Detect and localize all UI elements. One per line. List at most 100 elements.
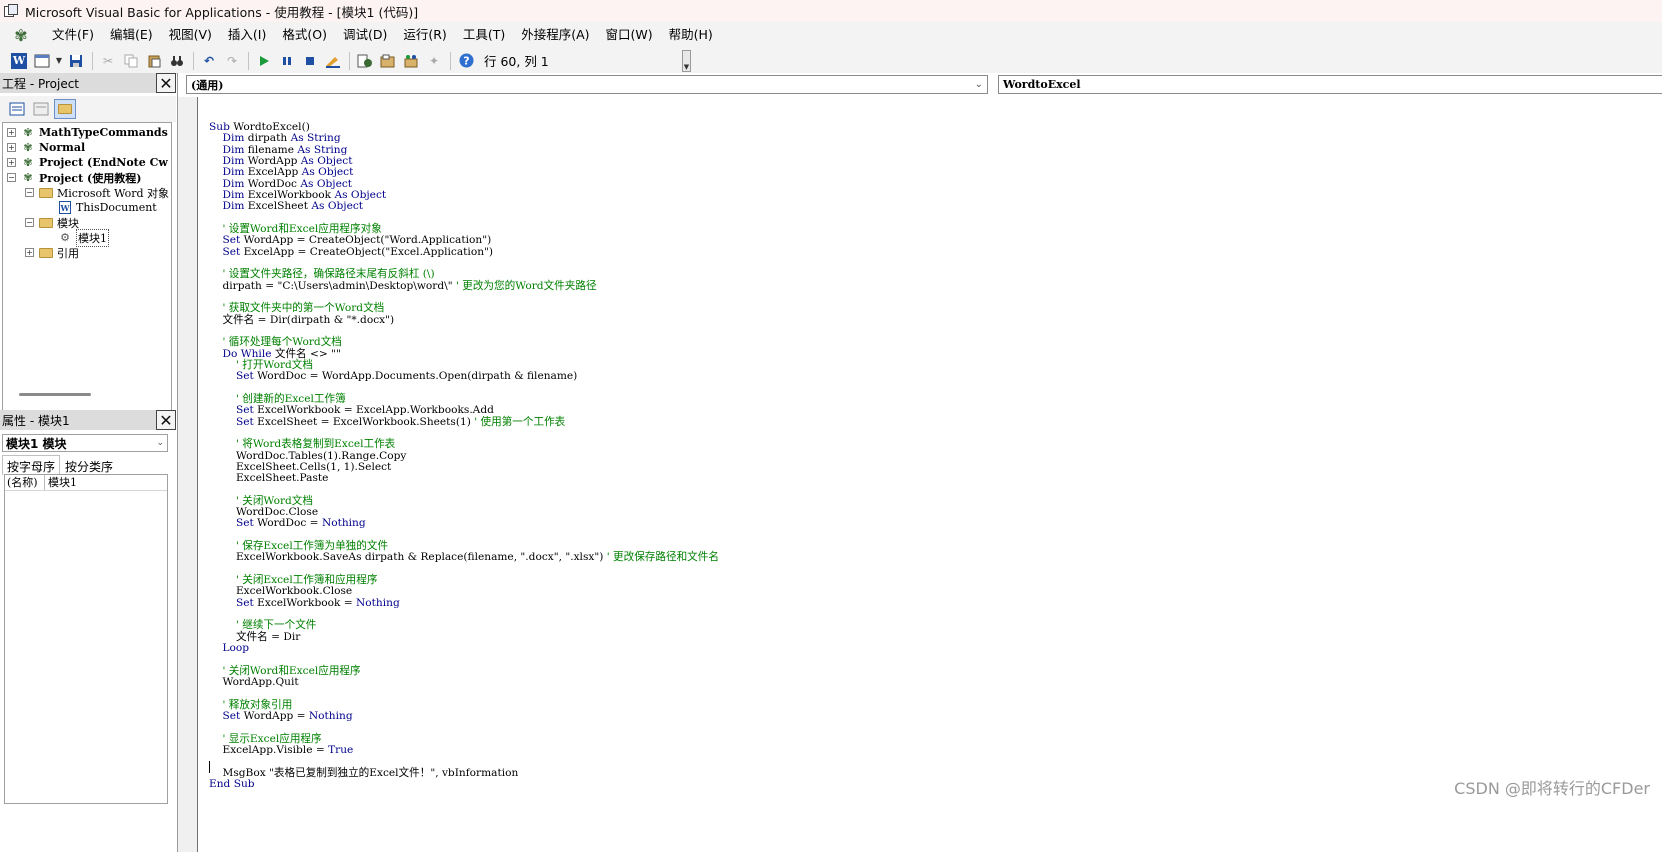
design-mode-button[interactable] [322, 50, 344, 72]
standard-toolbar: W ▼ ✂ ↶ ↷ ✦ ? 行 60, 列 1 ▼ [0, 48, 1662, 74]
tab-alphabetic[interactable]: 按字母序 [2, 455, 61, 475]
view-code-button[interactable] [6, 99, 28, 119]
object-browser-button[interactable] [400, 50, 422, 72]
vba-project-icon: ✾ [23, 171, 33, 184]
chevron-down-icon: ⌄ [974, 79, 983, 90]
menu-debug[interactable]: 调试(D) [335, 22, 395, 48]
paste-icon [148, 55, 161, 67]
code-editor[interactable]: Sub WordtoExcel() Dim dirpath As String … [209, 98, 1659, 848]
code-line: ' 将Word表格复制到Excel工作表 [209, 438, 396, 451]
code-line: ' 获取文件夹中的第一个Word文档 [209, 302, 385, 315]
find-button[interactable] [166, 50, 188, 72]
code-line: Sub WordtoExcel() [209, 121, 310, 133]
project-tree: + ✾ MathTypeCommands (M + ✾ Normal + ✾ P… [2, 122, 172, 414]
expand-icon[interactable]: + [25, 248, 34, 257]
tree-item-thisdocument[interactable]: W ThisDocument [57, 200, 157, 215]
dropdown-arrow-icon[interactable]: ▼ [54, 50, 64, 72]
menu-tools[interactable]: 工具(T) [455, 22, 513, 48]
tab-categorized[interactable]: 按分类序 [60, 455, 118, 475]
close-project-pane-icon[interactable]: ✕ [156, 73, 176, 93]
help-button[interactable]: ? [455, 50, 477, 72]
tree-item-endnote[interactable]: + ✾ Project (EndNote Cw [7, 155, 168, 170]
tree-item-mathtype[interactable]: + ✾ MathTypeCommands (M [7, 125, 171, 140]
menu-help[interactable]: 帮助(H) [661, 22, 721, 48]
project-pane-header: 工程 - Project ✕ [0, 73, 176, 93]
toggle-folders-button[interactable] [54, 99, 76, 119]
code-line: Dim ExcelSheet As Object [222, 200, 364, 213]
binoculars-icon [171, 55, 183, 66]
expand-icon[interactable]: + [7, 158, 16, 167]
menu-format[interactable]: 格式(O) [274, 22, 335, 48]
code-line: Set WordDoc = WordApp.Documents.Open(dir… [235, 370, 578, 383]
code-line: End Sub [209, 778, 255, 791]
property-row-name[interactable]: (名称) 模块1 [5, 475, 167, 491]
expand-icon[interactable]: + [7, 143, 16, 152]
properties-window-button[interactable] [377, 50, 399, 72]
tree-item-project-tutorial[interactable]: − ✾ Project (使用教程) [7, 170, 141, 185]
copy-button[interactable] [120, 50, 142, 72]
menu-window[interactable]: 窗口(W) [598, 22, 661, 48]
undo-button[interactable]: ↶ [198, 50, 220, 72]
code-line: Set WordApp = CreateObject("Word.Applica… [222, 234, 492, 247]
design-mode-icon [326, 56, 340, 68]
reset-button[interactable] [299, 50, 321, 72]
collapse-icon[interactable]: − [25, 188, 34, 197]
collapse-icon[interactable]: − [7, 173, 16, 182]
project-pane-title: 工程 - Project [2, 76, 80, 91]
menu-addins[interactable]: 外接程序(A) [513, 22, 597, 48]
property-value[interactable]: 模块1 [45, 475, 77, 490]
code-line: dirpath = "C:\Users\admin\Desktop\word\"… [209, 279, 597, 292]
redo-button[interactable]: ↷ [221, 50, 243, 72]
expand-icon[interactable]: + [7, 128, 16, 137]
vba-project-icon: ✾ [23, 141, 33, 154]
property-key: (名称) [5, 475, 45, 490]
toolbox-button[interactable]: ✦ [423, 50, 445, 72]
margin-indicator-bar[interactable] [178, 97, 198, 852]
code-line: Dim WordDoc As Object [222, 177, 353, 190]
project-explorer-button[interactable] [354, 50, 376, 72]
vba-logo-icon[interactable]: ✾ [10, 25, 32, 45]
tree-item-module1[interactable]: ⚙ 模块1 [57, 228, 109, 247]
object-select[interactable]: 模块1 模块 ⌄ [2, 434, 168, 452]
collapse-icon[interactable]: − [25, 218, 34, 227]
folder-icon [38, 216, 54, 230]
module-icon: ⚙ [60, 231, 70, 244]
code-line: Dim ExcelApp As Object [222, 166, 354, 179]
tree-horizontal-scrollbar[interactable] [19, 393, 91, 396]
object-combo[interactable]: (通用) ⌄ [186, 75, 988, 94]
menu-view[interactable]: 视图(V) [161, 22, 220, 48]
menu-file[interactable]: 文件(F) [44, 22, 102, 48]
cut-button[interactable]: ✂ [97, 50, 119, 72]
code-line: Loop [222, 642, 250, 655]
properties-grid: (名称) 模块1 [4, 474, 168, 804]
tree-item-normal[interactable]: + ✾ Normal [7, 140, 85, 155]
properties-pane-title: 属性 - 模块1 [2, 413, 70, 428]
insert-userform-button[interactable] [31, 50, 53, 72]
paste-button[interactable] [143, 50, 165, 72]
break-button[interactable] [276, 50, 298, 72]
code-line: Do While 文件名 <> "" [222, 347, 341, 360]
tree-item-modules[interactable]: − 模块 [25, 215, 79, 230]
close-properties-pane-icon[interactable]: ✕ [156, 410, 176, 430]
view-word-button[interactable]: W [8, 50, 30, 72]
view-object-button[interactable] [30, 99, 52, 119]
menu-run[interactable]: 运行(R) [395, 22, 454, 48]
code-line: ' 循环处理每个Word文档 [209, 336, 342, 349]
menu-edit[interactable]: 编辑(E) [102, 22, 161, 48]
code-line: ' 显示Excel应用程序 [209, 732, 322, 745]
copy-icon [124, 54, 138, 67]
tree-item-word-objects[interactable]: − Microsoft Word 对象 [25, 185, 169, 200]
procedure-combo[interactable]: WordtoExcel [998, 75, 1662, 94]
code-line: ' 释放对象引用 [209, 698, 293, 711]
menu-insert[interactable]: 插入(I) [220, 22, 274, 48]
save-button[interactable] [65, 50, 87, 72]
code-line: Dim dirpath As String [222, 132, 341, 145]
toolbar-options-icon[interactable]: ▼ [682, 49, 691, 72]
tree-item-references[interactable]: + 引用 [25, 245, 79, 260]
run-button[interactable] [253, 50, 275, 72]
